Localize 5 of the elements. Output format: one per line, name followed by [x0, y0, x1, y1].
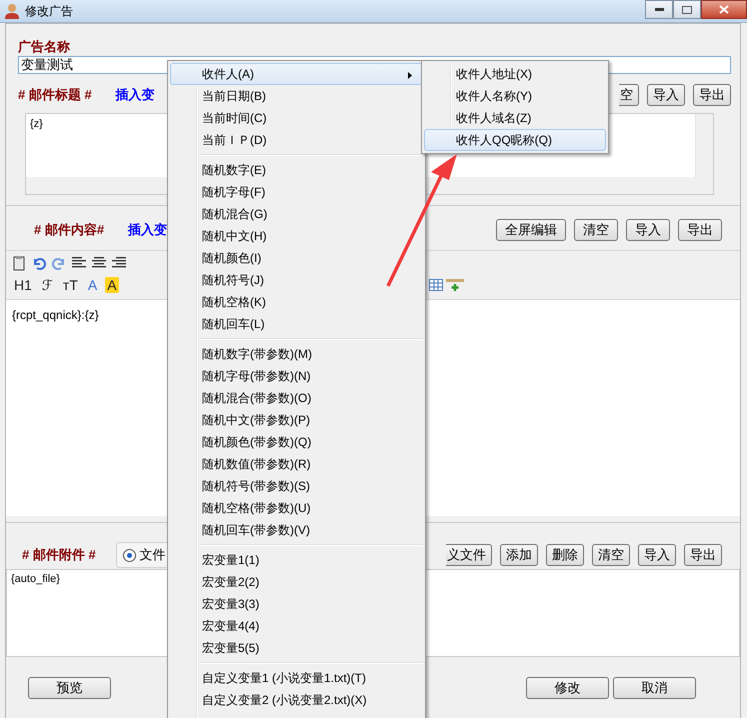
window-title: 修改广告	[25, 2, 73, 20]
ad-name-label: 广告名称	[18, 38, 71, 56]
subject-label: # 邮件标题 #	[18, 86, 92, 104]
content-label: # 邮件内容#	[34, 221, 104, 239]
attachments-label: # 邮件附件 #	[22, 546, 96, 564]
